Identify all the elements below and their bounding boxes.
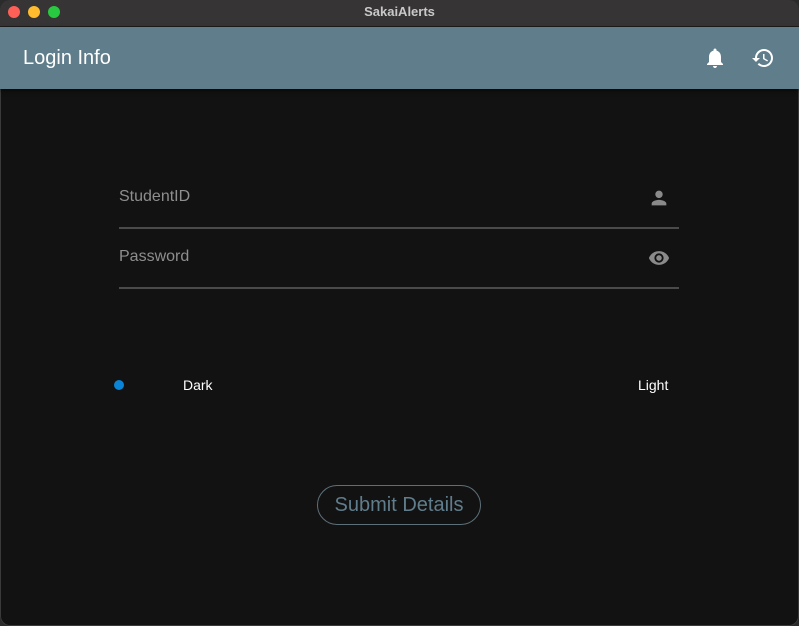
notifications-button[interactable]	[701, 44, 729, 72]
student-id-field[interactable]	[119, 169, 679, 229]
app-window: SakaiAlerts Login Info Dark Light Submit…	[0, 0, 799, 626]
bell-icon	[707, 48, 723, 68]
theme-option-light[interactable]: Light	[638, 376, 668, 394]
eye-icon[interactable]	[648, 247, 670, 269]
submit-details-button[interactable]: Submit Details	[317, 485, 481, 525]
person-icon	[651, 190, 667, 206]
app-bar: Login Info	[0, 27, 799, 89]
password-field[interactable]	[119, 229, 679, 289]
window-titlebar: SakaiAlerts	[0, 0, 799, 27]
history-icon	[752, 49, 773, 67]
history-button[interactable]	[749, 44, 777, 72]
page-title: Login Info	[23, 47, 111, 69]
student-id-input[interactable]	[119, 169, 629, 225]
password-input[interactable]	[119, 229, 629, 285]
window-title: SakaiAlerts	[364, 4, 435, 19]
theme-radio-dark[interactable]	[114, 380, 124, 390]
theme-option-dark[interactable]: Dark	[183, 376, 213, 394]
